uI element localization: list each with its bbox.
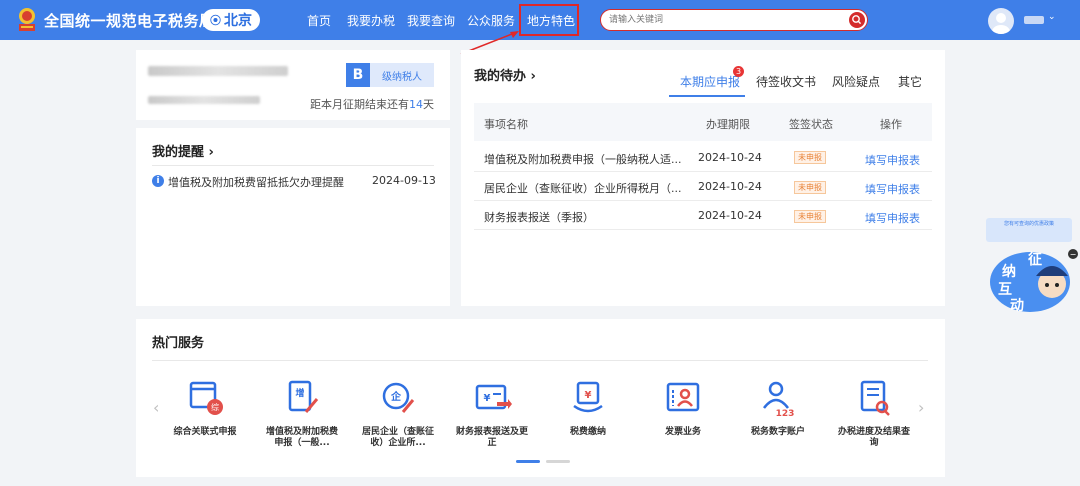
service-invoice[interactable]: 发票业务 xyxy=(643,378,723,438)
search-button[interactable] xyxy=(849,12,865,28)
column-header-status: 签签状态 xyxy=(789,118,833,131)
column-header-deadline: 办理期限 xyxy=(706,118,750,131)
reminder-item-date: 2024-09-13 xyxy=(372,174,436,187)
todo-row-deadline: 2024-10-24 xyxy=(698,209,762,222)
active-tab-indicator xyxy=(669,95,745,97)
todo-row-name[interactable]: 增值税及附加税费申报（一般纳税人适... xyxy=(484,151,682,167)
company-name-blurred xyxy=(148,66,288,76)
close-icon[interactable]: − xyxy=(1068,249,1078,259)
float-tip[interactable]: 您有可查询的优惠政策 xyxy=(986,218,1072,242)
service-progress-query[interactable]: 办税进度及结果查询 xyxy=(834,378,914,449)
tab-risk-doubts[interactable]: 风险疑点 xyxy=(832,73,880,90)
fill-declaration-link[interactable]: 填写申报表 xyxy=(865,210,920,226)
service-label: 财务报表报送及更正 xyxy=(455,427,528,448)
chevron-right-icon[interactable]: › xyxy=(918,398,924,417)
service-digital-account[interactable]: 123 税务数字账户 xyxy=(738,378,818,438)
fill-declaration-link[interactable]: 填写申报表 xyxy=(865,181,920,197)
divider xyxy=(152,360,928,361)
user-icon xyxy=(992,13,1010,34)
tab-pending-documents[interactable]: 待签收文书 xyxy=(756,73,816,90)
service-enterprise-income-tax[interactable]: 企 居民企业（查账征收）企业所... xyxy=(358,378,438,449)
service-label: 居民企业（查账征收）企业所... xyxy=(361,427,434,448)
service-label: 发票业务 xyxy=(664,427,701,437)
svg-text:¥: ¥ xyxy=(484,393,491,404)
tab-current-declaration[interactable]: 本期应申报 xyxy=(680,73,740,90)
chevron-down-icon[interactable]: ⌄ xyxy=(1048,12,1056,22)
enterprise-income-tax-icon: 企 xyxy=(382,382,415,413)
service-label: 综合关联式申报 xyxy=(173,427,237,437)
user-name-blurred xyxy=(1024,16,1044,24)
search-box[interactable] xyxy=(600,9,868,31)
nav-tax-handling[interactable]: 我要办税 xyxy=(347,12,395,29)
svg-text:123: 123 xyxy=(776,409,795,418)
city-label: 北京 xyxy=(224,13,252,29)
todo-row-deadline: 2024-10-24 xyxy=(698,151,762,164)
invoice-icon xyxy=(666,382,700,412)
status-badge: 未申报 xyxy=(794,151,826,164)
reminder-title[interactable]: 我的提醒 › xyxy=(152,141,214,160)
divider xyxy=(152,165,434,166)
vat-declaration-icon: 增 xyxy=(288,380,319,413)
tax-payment-icon: ¥ xyxy=(573,381,603,413)
comprehensive-declaration-icon: 综 xyxy=(189,381,223,415)
status-badge: 未申报 xyxy=(794,181,826,194)
status-badge: 未申报 xyxy=(794,210,826,223)
hot-services-title: 热门服务 xyxy=(152,336,205,351)
tax-interaction-float-icon[interactable]: 征 纳 互 动 xyxy=(984,246,1070,314)
tab-others[interactable]: 其它 xyxy=(898,73,922,90)
info-icon: i xyxy=(152,175,164,187)
svg-text:增: 增 xyxy=(295,387,304,399)
search-input[interactable] xyxy=(609,11,839,29)
service-comprehensive-declaration[interactable]: 综 综合关联式申报 xyxy=(165,378,245,438)
todo-title[interactable]: 我的待办 › xyxy=(474,65,536,84)
user-avatar[interactable] xyxy=(988,8,1014,34)
float-char: 纳 xyxy=(1002,263,1016,280)
service-label: 增值税及附加税费申报（一般... xyxy=(265,427,338,448)
financial-report-icon: ¥ xyxy=(475,384,512,410)
column-header-action: 操作 xyxy=(880,118,902,131)
top-header: 全国统一规范电子税务局 ⦿ 北京 首页 我要办税 我要查询 公众服务 地方特色 … xyxy=(0,0,1080,40)
row-divider xyxy=(474,229,932,230)
todo-table-header xyxy=(474,103,932,141)
nav-query[interactable]: 我要查询 xyxy=(407,12,455,29)
svg-text:综: 综 xyxy=(211,402,219,412)
row-divider xyxy=(474,200,932,201)
svg-text:¥: ¥ xyxy=(585,390,592,401)
chevron-left-icon[interactable]: ‹ xyxy=(153,398,159,417)
deadline-countdown: 距本月征期结束还有14天 xyxy=(310,98,434,111)
service-tax-payment[interactable]: ¥ 税费缴纳 xyxy=(548,378,628,438)
digital-account-icon: 123 xyxy=(763,381,795,419)
float-char: 动 xyxy=(1010,297,1024,314)
service-financial-report[interactable]: ¥ 财务报表报送及更正 xyxy=(452,378,532,449)
tab-count-badge: 3 xyxy=(733,66,744,77)
service-label: 税务数字账户 xyxy=(750,427,805,437)
progress-query-icon xyxy=(860,380,890,416)
hot-services-card xyxy=(136,319,945,477)
credit-level-label: 级纳税人 xyxy=(370,63,434,87)
credit-level-badge: B xyxy=(346,63,370,87)
carousel-dot[interactable] xyxy=(546,460,570,463)
service-label: 税费缴纳 xyxy=(569,427,606,437)
tax-id-blurred xyxy=(148,96,260,104)
reminder-item-text[interactable]: 增值税及附加税费留抵抵欠办理提醒 xyxy=(168,174,344,190)
fill-declaration-link[interactable]: 填写申报表 xyxy=(865,152,920,168)
nav-home[interactable]: 首页 xyxy=(307,12,331,29)
todo-row-deadline: 2024-10-24 xyxy=(698,180,762,193)
location-pin-icon: ⦿ xyxy=(210,14,221,27)
carousel-dot-active[interactable] xyxy=(516,460,540,463)
float-char: 互 xyxy=(998,282,1012,298)
site-title[interactable]: 全国统一规范电子税务局 xyxy=(44,10,215,31)
row-divider xyxy=(474,171,932,172)
svg-text:企: 企 xyxy=(390,390,402,403)
column-header-name: 事项名称 xyxy=(484,118,528,131)
city-selector[interactable]: ⦿ 北京 xyxy=(202,9,260,31)
todo-row-name[interactable]: 财务报表报送（季报） xyxy=(484,209,594,225)
tax-emblem-icon xyxy=(19,8,35,31)
float-char: 征 xyxy=(1028,251,1042,268)
service-vat-declaration[interactable]: 增 增值税及附加税费申报（一般... xyxy=(262,378,342,449)
service-label: 办税进度及结果查询 xyxy=(837,427,910,448)
search-icon xyxy=(852,15,862,25)
todo-row-name[interactable]: 居民企业（查账征收）企业所得税月（... xyxy=(484,180,682,196)
deadline-days: 14 xyxy=(409,98,423,111)
